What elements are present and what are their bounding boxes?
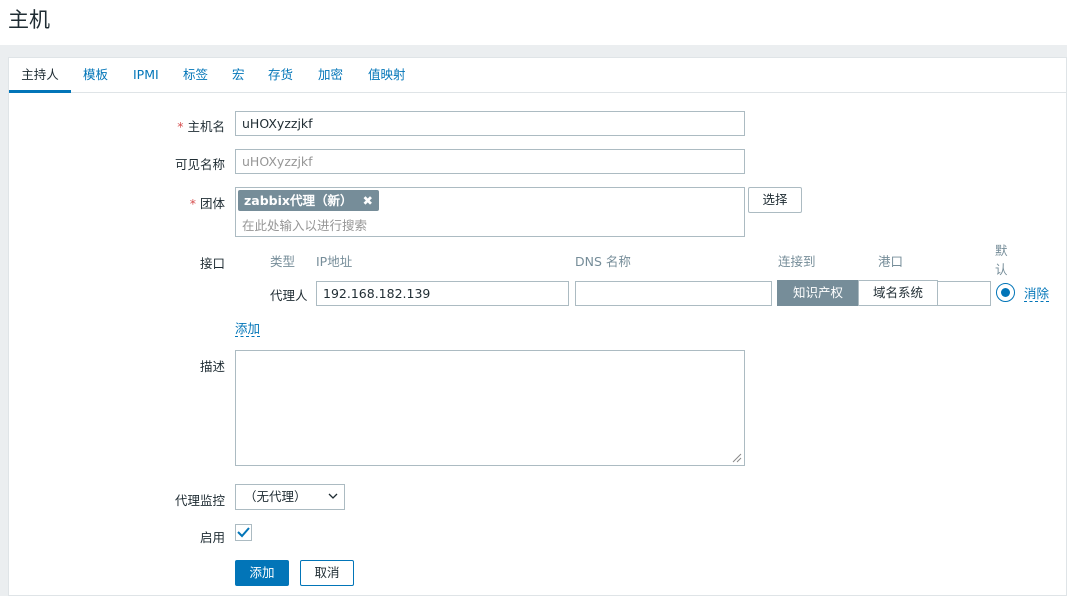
required-mark: *: [177, 119, 184, 134]
col-default: 默认: [995, 243, 1008, 277]
add-button[interactable]: 添加: [235, 560, 289, 586]
tab-value-mapping[interactable]: 值映射: [368, 58, 406, 93]
proxy-select[interactable]: （无代理）: [235, 484, 345, 510]
groups-label: * 团体: [189, 196, 225, 211]
tab-tags[interactable]: 标签: [183, 58, 208, 93]
interface-ip-input[interactable]: 192.168.182.139: [316, 281, 569, 306]
remove-interface-link[interactable]: 消除: [1024, 286, 1050, 302]
description-label: 描述: [199, 359, 225, 374]
groups-search-placeholder[interactable]: 在此处输入以进行搜索: [242, 215, 367, 234]
col-dns: DNS 名称: [575, 254, 631, 269]
col-port: 港口: [878, 254, 904, 269]
add-interface-link[interactable]: 添加: [235, 321, 261, 337]
enabled-checkbox[interactable]: [235, 524, 252, 541]
tab-encryption[interactable]: 加密: [318, 58, 343, 93]
connect-ip-toggle[interactable]: 知识产权: [777, 280, 859, 306]
chevron-down-icon: [328, 493, 338, 499]
description-textarea[interactable]: [235, 350, 745, 466]
col-connect: 连接到: [778, 254, 816, 269]
cancel-button[interactable]: 取消: [300, 560, 354, 586]
groups-select-button[interactable]: 选择: [748, 187, 802, 213]
tab-host[interactable]: 主持人: [9, 58, 71, 93]
tab-macros[interactable]: 宏: [232, 58, 245, 93]
group-tag: zabbix代理（新） ✖: [238, 190, 379, 211]
host-form-panel: 主持人 模板 IPMI 标签 宏 存货 加密 值映射 * 主机名 uHOXyzzj…: [8, 57, 1067, 596]
tab-bar: 主持人 模板 IPMI 标签 宏 存货 加密 值映射: [9, 58, 1066, 93]
groups-multiselect[interactable]: zabbix代理（新） ✖ 在此处输入以进行搜索: [235, 187, 745, 237]
tab-templates[interactable]: 模板: [83, 58, 108, 93]
col-ip: IP地址: [316, 254, 353, 269]
tab-inventory[interactable]: 存货: [268, 58, 293, 93]
page-title: 主机: [8, 8, 50, 32]
interface-dns-input[interactable]: [575, 281, 772, 306]
radio-dot-icon: [1001, 288, 1010, 297]
resize-handle-icon[interactable]: [732, 453, 742, 463]
page-header: 主机: [0, 0, 1067, 45]
interfaces-label: 接口: [199, 256, 225, 271]
checkmark-icon: [237, 527, 250, 538]
host-name-label: * 主机名: [177, 119, 225, 134]
remove-tag-icon[interactable]: ✖: [362, 193, 372, 208]
tab-ipmi[interactable]: IPMI: [133, 58, 159, 93]
visible-name-input[interactable]: uHOXyzzjkf: [235, 149, 745, 174]
col-type: 类型: [270, 254, 296, 269]
visible-name-label: 可见名称: [174, 157, 225, 172]
interface-type: 代理人: [270, 288, 308, 303]
interface-port-input[interactable]: [937, 281, 991, 306]
enabled-label: 启用: [199, 530, 225, 545]
host-name-input[interactable]: uHOXyzzjkf: [235, 111, 745, 136]
connect-dns-toggle[interactable]: 域名系统: [858, 280, 938, 306]
default-radio[interactable]: [996, 283, 1015, 302]
proxy-label: 代理监控: [174, 493, 225, 508]
